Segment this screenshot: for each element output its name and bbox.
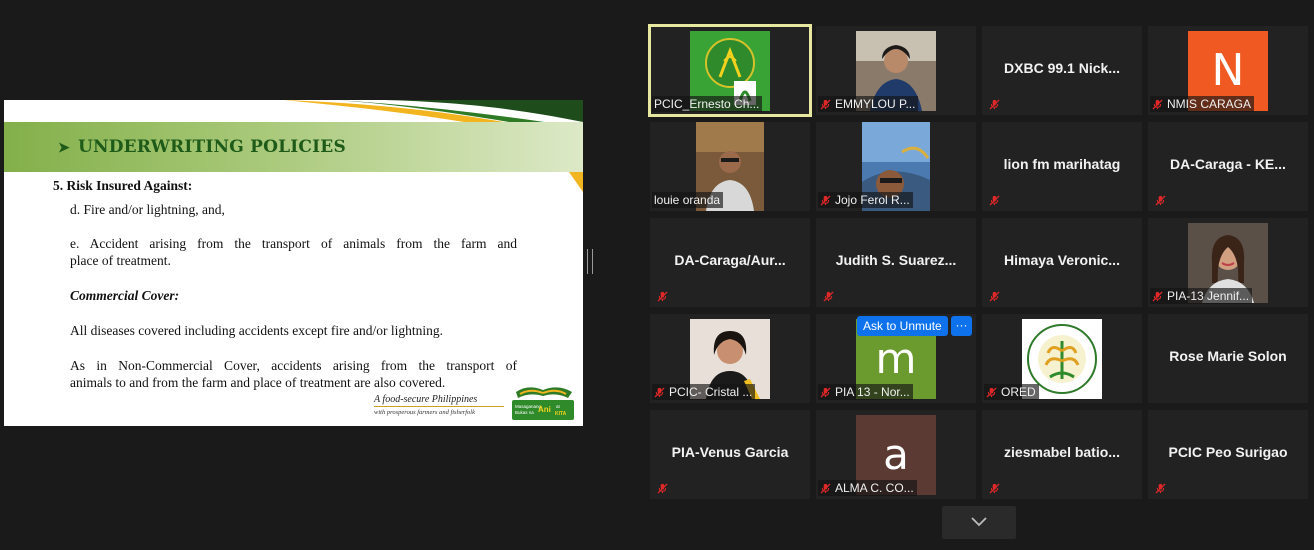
muted-mic-icon (989, 483, 1000, 494)
participant-display-name: Himaya Veronic... (1004, 252, 1120, 268)
participant-tile-pcic-peo[interactable]: PCIC Peo Surigao (1148, 410, 1308, 499)
participant-display-name: ziesmabel batio... (1004, 444, 1120, 460)
masaganang-ani-logo: Masaganang Bukas na Ani at KITA (512, 387, 574, 420)
participant-tile-dxbc[interactable]: DXBC 99.1 Nick... (982, 26, 1142, 115)
participant-display-name: lion fm marihatag (1003, 156, 1121, 172)
muted-mic-icon (820, 483, 831, 494)
participant-tile-ored[interactable]: ORED (982, 314, 1142, 403)
slide-tagline: A food-secure Philippines (374, 394, 478, 405)
muted-mic-icon (1152, 99, 1163, 110)
slide-item-e-line2: place of treatment. (70, 253, 171, 268)
slide-tagline-rule (374, 406, 504, 407)
muted-mic-icon (989, 99, 1000, 110)
muted-mic-icon (820, 387, 831, 398)
participant-name: NMIS CARAGA (1150, 96, 1255, 112)
muted-mic-icon (823, 291, 834, 302)
slide-item-e-line1: e. Accident arising from the transport o… (70, 236, 517, 251)
participant-name: ORED (984, 384, 1039, 400)
muted-mic-icon (1152, 291, 1163, 302)
participant-tile-alma[interactable]: a ALMA C. CO... (816, 410, 976, 499)
participant-display-name: DXBC 99.1 Nick... (1004, 60, 1120, 76)
muted-mic-icon (657, 483, 668, 494)
muted-mic-icon (989, 291, 1000, 302)
muted-mic-icon (657, 291, 668, 302)
slide-noncommercial-line1: As in Non-Commercial Cover, accidents ar… (70, 358, 517, 373)
participant-tile-emmylou[interactable]: EMMYLOU P... (816, 26, 976, 115)
participant-name: PCIC- Cristal ... (652, 384, 756, 400)
participant-name: PIA 13 - Nor... (818, 384, 913, 400)
participant-display-name: DA-Caraga/Aur... (674, 252, 786, 268)
muted-mic-icon (820, 99, 831, 110)
slide-header-swoosh (284, 100, 583, 122)
svg-text:Ani: Ani (538, 405, 551, 414)
split-view-resize-handle[interactable] (587, 249, 593, 274)
slide-commercial-text: All diseases covered including accidents… (70, 323, 444, 338)
more-options-button[interactable]: ··· (951, 316, 972, 336)
participant-display-name: Rose Marie Solon (1169, 348, 1287, 364)
participant-display-name: DA-Caraga - KE... (1170, 156, 1286, 172)
participant-display-name: Judith S. Suarez... (835, 252, 957, 268)
participant-tile-pia13-nor[interactable]: m Ask to Unmute ··· PIA 13 - Nor... (816, 314, 976, 403)
muted-mic-icon (820, 195, 831, 206)
shared-screen-slide: ➤ UNDERWRITING POLICIES 5. Risk Insured A… (4, 100, 583, 426)
slide-item-d: d. Fire and/or lightning, and, (70, 202, 225, 217)
participant-tile-himaya[interactable]: Himaya Veronic... (982, 218, 1142, 307)
slide-corner-accent (569, 172, 583, 192)
participant-name: Jojo Ferol R... (818, 192, 913, 208)
muted-mic-icon (654, 387, 665, 398)
svg-text:Bukas na: Bukas na (515, 410, 534, 415)
svg-text:KITA: KITA (555, 411, 567, 417)
participant-display-name: PCIC Peo Surigao (1168, 444, 1288, 460)
participant-tile-jojo[interactable]: Jojo Ferol R... (816, 122, 976, 211)
muted-mic-icon (989, 195, 1000, 206)
participant-display-name: PIA-Venus Garcia (671, 444, 789, 460)
participant-tile-venus[interactable]: PIA-Venus Garcia (650, 410, 810, 499)
participant-tile-pia13-jennif[interactable]: PIA-13 Jennif... (1148, 218, 1308, 307)
participant-tile-ziesmabel[interactable]: ziesmabel batio... (982, 410, 1142, 499)
participant-tile-judith[interactable]: Judith S. Suarez... (816, 218, 976, 307)
participant-name: louie oranda (652, 192, 724, 208)
participant-tile-pcic-ernesto[interactable]: PCIC_Ernesto Ch... (648, 24, 812, 117)
slide-title: ➤ UNDERWRITING POLICIES (58, 137, 346, 157)
slide-tagline-sub: with prosperous farmers and fisherfolk (374, 409, 475, 416)
muted-mic-icon (1155, 483, 1166, 494)
slide-heading: 5. Risk Insured Against: (53, 178, 193, 193)
participant-tile-lion-fm[interactable]: lion fm marihatag (982, 122, 1142, 211)
participant-name: PIA-13 Jennif... (1150, 288, 1253, 304)
participant-tile-nmis[interactable]: N NMIS CARAGA (1148, 26, 1308, 115)
chevron-down-icon (971, 517, 987, 527)
participant-tile-da-caraga-ke[interactable]: DA-Caraga - KE... (1148, 122, 1308, 211)
participant-tile-rose-marie[interactable]: Rose Marie Solon (1148, 314, 1308, 403)
arrow-bullet-icon: ➤ (58, 140, 70, 156)
participant-name: EMMYLOU P... (818, 96, 919, 112)
participant-name: PCIC_Ernesto Ch... (652, 96, 763, 112)
muted-mic-icon (986, 387, 997, 398)
muted-mic-icon (1155, 195, 1166, 206)
participant-tile-pcic-cristal[interactable]: PCIC- Cristal ... (650, 314, 810, 403)
slide-commercial-heading: Commercial Cover: (70, 288, 180, 303)
slide-noncommercial-line2: animals to and from the farm and place o… (70, 375, 446, 390)
participant-tile-louie[interactable]: louie oranda (650, 122, 810, 211)
participant-tile-da-caraga-aur[interactable]: DA-Caraga/Aur... (650, 218, 810, 307)
next-page-button[interactable] (942, 506, 1016, 539)
ask-to-unmute-button[interactable]: Ask to Unmute (857, 316, 948, 336)
participant-name: ALMA C. CO... (818, 480, 917, 496)
